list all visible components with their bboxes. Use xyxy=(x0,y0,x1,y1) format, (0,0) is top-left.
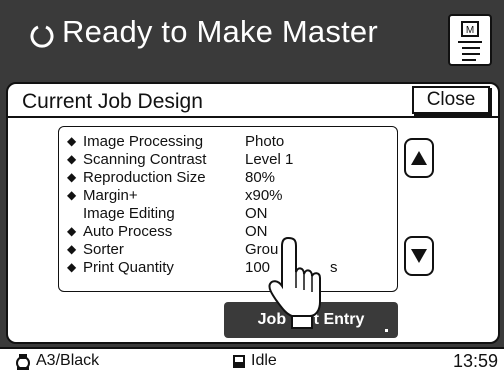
diamond-marker-icon: ◆ xyxy=(67,170,77,184)
scroll-up-button[interactable] xyxy=(404,138,434,178)
page-title: Ready to Make Master xyxy=(62,14,378,49)
setting-label: Print Quantity xyxy=(83,259,174,276)
machine-state: Idle xyxy=(251,352,277,369)
master-document-button[interactable]: M xyxy=(448,14,492,66)
svg-text:M: M xyxy=(466,25,474,36)
setting-label: Scanning Contrast xyxy=(83,151,207,168)
setting-label: Sorter xyxy=(83,241,124,258)
dialog-title: Current Job Design xyxy=(22,90,203,113)
diamond-marker-icon: ◆ xyxy=(67,134,77,148)
ready-ring-icon xyxy=(30,25,54,48)
scroll-down-button[interactable] xyxy=(404,236,434,276)
setting-value: 80% xyxy=(245,169,276,186)
screen: Ready to Make Master M Current Job Desig… xyxy=(0,0,504,373)
button-dot xyxy=(385,329,388,332)
machine-state-icon xyxy=(233,355,245,368)
current-job-design-dialog: Current Job Design Close ◆ Image Process… xyxy=(6,82,500,344)
diamond-marker-icon: ◆ xyxy=(67,224,77,238)
setting-label: Margin+ xyxy=(83,187,138,204)
diamond-marker-icon: ◆ xyxy=(67,242,77,256)
status-bar: A3/Black Idle 13:59 xyxy=(0,347,504,373)
dialog-titlebar: Current Job Design Close xyxy=(8,84,498,118)
diamond-marker-icon: ◆ xyxy=(67,188,77,202)
close-button[interactable]: Close xyxy=(412,86,490,114)
triangle-up-icon xyxy=(411,151,427,165)
setting-label: Auto Process xyxy=(83,223,173,240)
setting-value: Photo xyxy=(245,133,285,150)
header-bar: Ready to Make Master M xyxy=(0,0,504,76)
setting-label: Reproduction Size xyxy=(83,169,206,186)
setting-value: Level 1 xyxy=(245,151,294,168)
job-settings-list: ◆ Image Processing Photo ◆ Scanning Cont… xyxy=(58,126,398,292)
setting-value: ON xyxy=(245,205,268,222)
setting-label: Image Processing xyxy=(83,133,204,150)
triangle-down-icon xyxy=(411,249,427,263)
diamond-marker-icon: ◆ xyxy=(67,152,77,166)
master-document-icon: M xyxy=(458,21,482,61)
setting-label: Image Editing xyxy=(83,205,175,222)
paper-ink-status: A3/Black xyxy=(36,352,100,369)
clock: 13:59 xyxy=(452,351,498,371)
ink-drum-icon xyxy=(16,354,30,370)
pointing-hand-icon xyxy=(268,236,321,329)
diamond-marker-icon: ◆ xyxy=(67,260,77,274)
setting-value: x90% xyxy=(245,187,283,204)
